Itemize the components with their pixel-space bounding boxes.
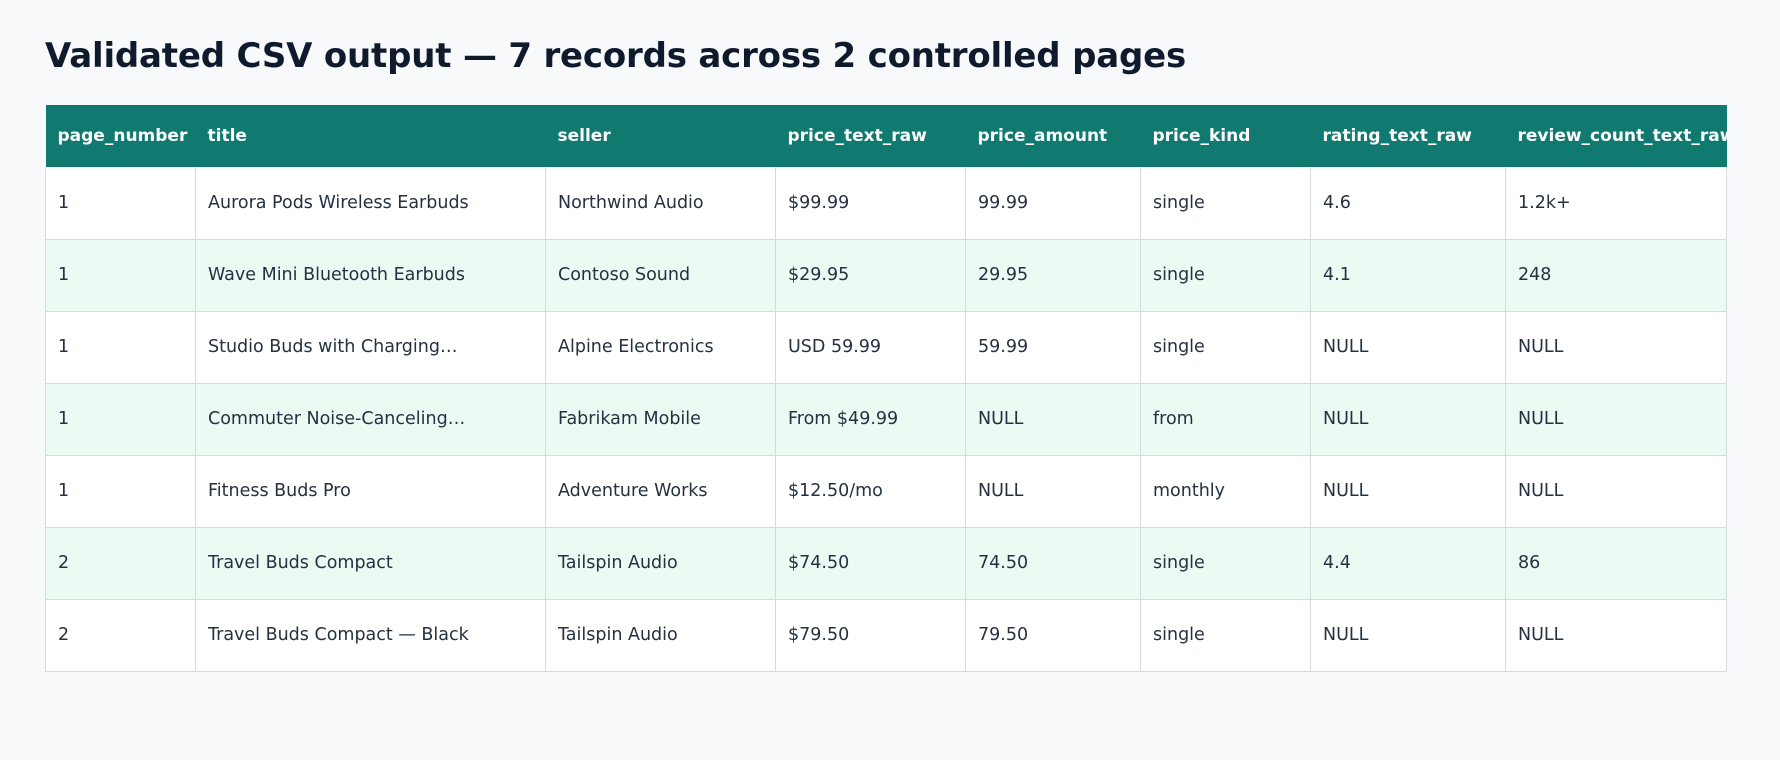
- table-row: 1 Commuter Noise-Canceling… Fabrikam Mob…: [45, 382, 1727, 456]
- table-row: 1 Fitness Buds Pro Adventure Works $12.5…: [45, 454, 1727, 528]
- page-title: Validated CSV output — 7 records across …: [45, 36, 1186, 76]
- table-row: 1 Wave Mini Bluetooth Earbuds Contoso So…: [45, 238, 1727, 312]
- cell-price-kind: monthly: [1140, 454, 1311, 528]
- cell-title: Aurora Pods Wireless Earbuds: [195, 167, 546, 240]
- cell-page-number: 2: [45, 598, 196, 672]
- cell-review-count-text-raw: 248: [1505, 238, 1727, 312]
- column-header-price-text-raw[interactable]: price_text_raw: [776, 105, 966, 167]
- cell-price-amount: NULL: [965, 454, 1141, 528]
- cell-seller: Tailspin Audio: [545, 526, 776, 600]
- cell-title: Wave Mini Bluetooth Earbuds: [195, 238, 546, 312]
- cell-price-kind: single: [1140, 238, 1311, 312]
- cell-price-text-raw: $79.50: [775, 598, 966, 672]
- cell-seller: Tailspin Audio: [545, 598, 776, 672]
- cell-seller: Fabrikam Mobile: [545, 382, 776, 456]
- cell-price-amount: 99.99: [965, 167, 1141, 240]
- cell-review-count-text-raw: NULL: [1505, 454, 1727, 528]
- table-row: 1 Aurora Pods Wireless Earbuds Northwind…: [45, 167, 1727, 240]
- cell-review-count-text-raw: 86: [1505, 526, 1727, 600]
- column-header-price-amount[interactable]: price_amount: [966, 105, 1141, 167]
- cell-page-number: 1: [45, 454, 196, 528]
- column-header-review-count-text-raw[interactable]: review_count_text_raw: [1506, 105, 1727, 167]
- cell-rating-text-raw: 4.4: [1310, 526, 1506, 600]
- cell-price-text-raw: USD 59.99: [775, 310, 966, 384]
- cell-title: Commuter Noise-Canceling…: [195, 382, 546, 456]
- cell-price-text-raw: $74.50: [775, 526, 966, 600]
- cell-seller: Alpine Electronics: [545, 310, 776, 384]
- cell-price-kind: from: [1140, 382, 1311, 456]
- cell-title: Travel Buds Compact — Black: [195, 598, 546, 672]
- cell-page-number: 2: [45, 526, 196, 600]
- cell-seller: Contoso Sound: [545, 238, 776, 312]
- cell-price-amount: NULL: [965, 382, 1141, 456]
- cell-page-number: 1: [45, 382, 196, 456]
- cell-title: Travel Buds Compact: [195, 526, 546, 600]
- column-header-seller[interactable]: seller: [546, 105, 776, 167]
- cell-price-kind: single: [1140, 598, 1311, 672]
- cell-page-number: 1: [45, 310, 196, 384]
- cell-seller: Northwind Audio: [545, 167, 776, 240]
- cell-rating-text-raw: NULL: [1310, 598, 1506, 672]
- cell-price-amount: 29.95: [965, 238, 1141, 312]
- cell-price-amount: 79.50: [965, 598, 1141, 672]
- cell-price-text-raw: From $49.99: [775, 382, 966, 456]
- cell-review-count-text-raw: NULL: [1505, 598, 1727, 672]
- table-header-row: page_number title seller price_text_raw …: [45, 105, 1727, 167]
- cell-price-text-raw: $99.99: [775, 167, 966, 240]
- cell-rating-text-raw: NULL: [1310, 382, 1506, 456]
- cell-price-text-raw: $29.95: [775, 238, 966, 312]
- table-row: 2 Travel Buds Compact Tailspin Audio $74…: [45, 526, 1727, 600]
- cell-title: Studio Buds with Charging…: [195, 310, 546, 384]
- cell-review-count-text-raw: 1.2k+: [1505, 167, 1727, 240]
- column-header-page-number[interactable]: page_number: [46, 105, 196, 167]
- table-row: 1 Studio Buds with Charging… Alpine Elec…: [45, 310, 1727, 384]
- cell-price-amount: 59.99: [965, 310, 1141, 384]
- cell-seller: Adventure Works: [545, 454, 776, 528]
- cell-price-kind: single: [1140, 167, 1311, 240]
- cell-rating-text-raw: 4.6: [1310, 167, 1506, 240]
- cell-price-amount: 74.50: [965, 526, 1141, 600]
- column-header-title[interactable]: title: [196, 105, 546, 167]
- cell-title: Fitness Buds Pro: [195, 454, 546, 528]
- cell-page-number: 1: [45, 238, 196, 312]
- cell-price-text-raw: $12.50/mo: [775, 454, 966, 528]
- cell-review-count-text-raw: NULL: [1505, 310, 1727, 384]
- cell-price-kind: single: [1140, 526, 1311, 600]
- cell-page-number: 1: [45, 167, 196, 240]
- cell-price-kind: single: [1140, 310, 1311, 384]
- cell-rating-text-raw: NULL: [1310, 310, 1506, 384]
- column-header-price-kind[interactable]: price_kind: [1141, 105, 1311, 167]
- cell-review-count-text-raw: NULL: [1505, 382, 1727, 456]
- csv-table-container: page_number title seller price_text_raw …: [45, 105, 1727, 672]
- cell-rating-text-raw: NULL: [1310, 454, 1506, 528]
- cell-rating-text-raw: 4.1: [1310, 238, 1506, 312]
- table-row: 2 Travel Buds Compact — Black Tailspin A…: [45, 598, 1727, 672]
- csv-output-table: page_number title seller price_text_raw …: [45, 105, 1727, 672]
- column-header-rating-text-raw[interactable]: rating_text_raw: [1311, 105, 1506, 167]
